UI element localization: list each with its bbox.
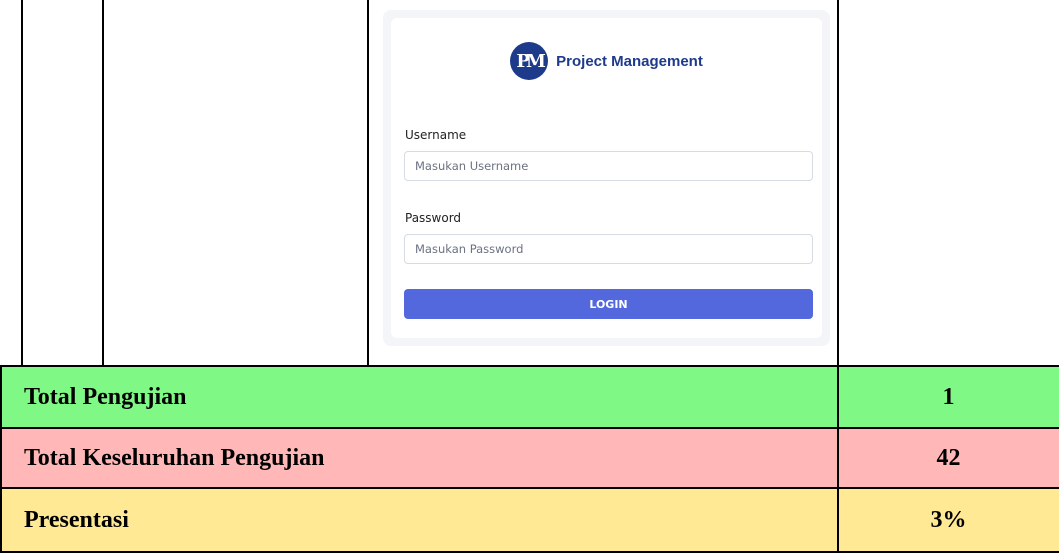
login-screenshot: PM Project Management Username Password … — [383, 10, 830, 346]
table-border-mid — [367, 0, 369, 366]
summary-value: 42 — [936, 444, 961, 471]
table-border-left-2 — [102, 0, 104, 366]
password-label: Password — [405, 211, 462, 225]
table-border-right — [837, 0, 839, 366]
summary-col-divider — [837, 365, 839, 553]
brand: PM Project Management — [391, 42, 822, 80]
summary-row-total-keseluruhan: Total Keseluruhan Pengujian 42 — [0, 428, 1059, 488]
summary-left-border — [0, 365, 2, 553]
summary-row-total-pengujian: Total Pengujian 1 — [0, 366, 1059, 428]
row-divider — [0, 427, 1059, 429]
brand-name: Project Management — [556, 52, 703, 70]
row-divider — [0, 487, 1059, 489]
username-label: Username — [405, 128, 467, 142]
row-divider — [0, 551, 1059, 553]
pm-logo-icon: PM — [510, 42, 549, 80]
login-button[interactable]: LOGIN — [404, 289, 813, 319]
summary-value: 1 — [942, 383, 955, 410]
summary-label: Total Keseluruhan Pengujian — [24, 444, 325, 471]
login-form-card: PM Project Management Username Password … — [391, 18, 822, 338]
password-input[interactable] — [404, 234, 813, 264]
row-divider — [0, 365, 1059, 367]
summary-row-presentasi: Presentasi 3% — [0, 488, 1059, 552]
username-input[interactable] — [404, 151, 813, 181]
table-border-left-1 — [21, 0, 23, 366]
summary-label: Presentasi — [24, 506, 129, 533]
summary-value: 3% — [930, 506, 967, 533]
summary-label: Total Pengujian — [24, 383, 187, 410]
